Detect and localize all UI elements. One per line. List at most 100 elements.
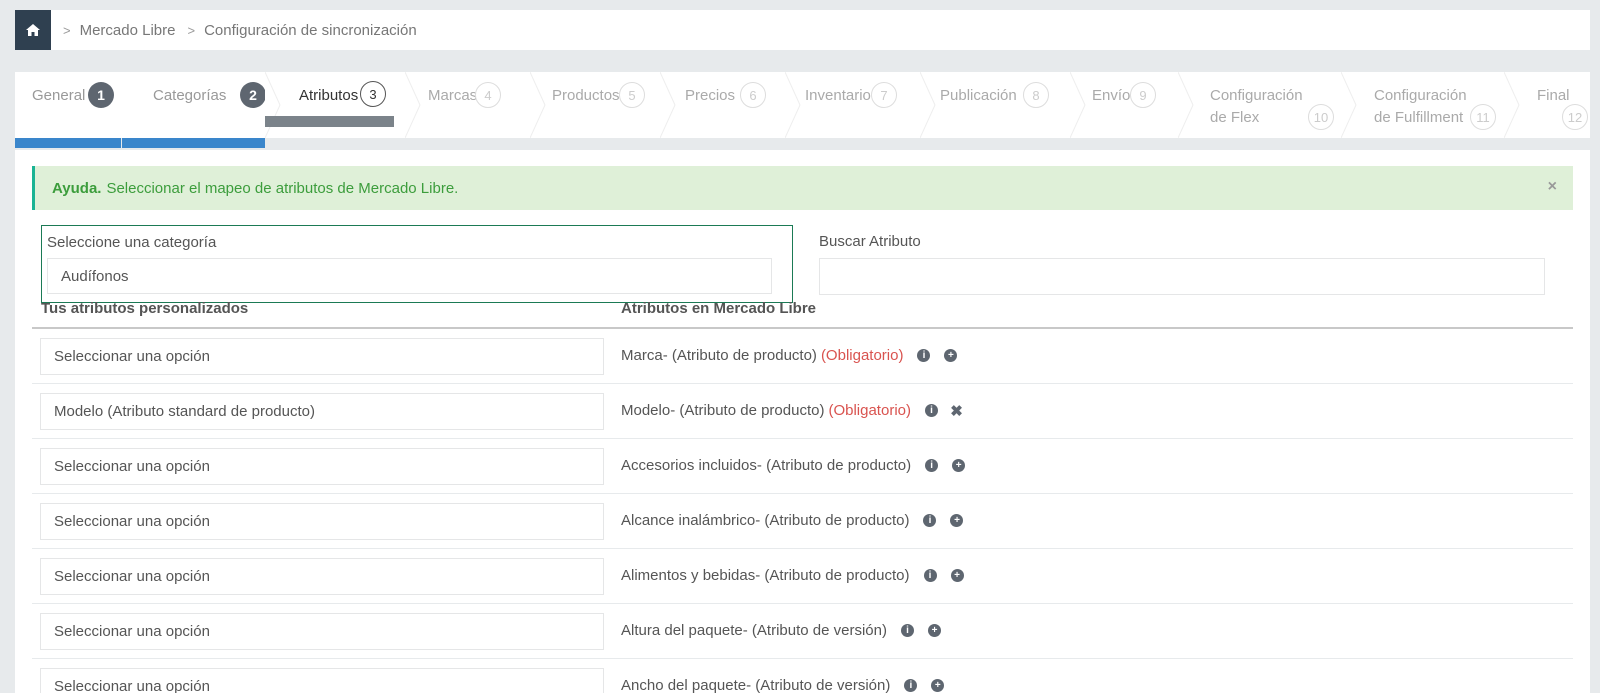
step-number: 10 — [1308, 104, 1334, 130]
custom-attribute-select[interactable]: Seleccionar una opción — [40, 338, 604, 375]
step-label: Configuración — [1210, 87, 1303, 104]
ml-attribute: Marca - (Atributo de producto) (Obligato… — [621, 347, 958, 364]
step-separator-icon — [1504, 72, 1520, 138]
wizard-progress-bar — [15, 138, 1590, 148]
wizard-steps: General 1 Categorías 2 Atributos 3 Marca… — [15, 72, 1590, 138]
custom-attribute-select[interactable]: Seleccionar una opción — [40, 613, 604, 650]
info-circle-icon[interactable]: i — [917, 349, 931, 362]
plus-circle-icon[interactable]: + — [944, 349, 958, 362]
alert-title: Ayuda. — [52, 179, 102, 197]
wizard-step-categorias[interactable]: Categorías 2 — [123, 72, 266, 138]
attribute-type: - (Atributo de producto) — [755, 567, 910, 584]
column-header-ml-attributes: Atributos en Mercado Libre — [621, 300, 817, 317]
plus-circle-icon[interactable]: + — [950, 569, 964, 582]
ml-attribute: Accesorios incluidos - (Atributo de prod… — [621, 457, 966, 474]
attribute-name: Alimentos y bebidas — [621, 567, 756, 584]
step-label: Precios — [685, 87, 736, 104]
step-separator-icon — [785, 72, 801, 138]
step-number: 2 — [240, 82, 266, 108]
step-number: 5 — [619, 82, 645, 108]
table-row: Seleccionar una opción Accesorios inclui… — [32, 439, 1573, 494]
info-circle-icon[interactable]: i — [904, 679, 918, 692]
custom-attribute-select[interactable]: Modelo (Atributo standard de producto) — [40, 393, 604, 430]
plus-circle-icon[interactable]: + — [952, 459, 966, 472]
info-circle-icon[interactable]: i — [923, 569, 937, 582]
ml-attribute: Altura del paquete - (Atributo de versió… — [621, 622, 941, 639]
table-row: Seleccionar una opción Ancho del paquete… — [32, 659, 1573, 693]
alert-text: Seleccionar el mapeo de atributos de Mer… — [106, 179, 459, 197]
plus-circle-icon[interactable]: + — [950, 514, 964, 527]
wizard-step-general[interactable]: General 1 — [15, 72, 123, 138]
progress-segment-general — [15, 138, 121, 148]
info-circle-icon[interactable]: i — [901, 624, 914, 637]
category-label: Seleccione una categoría — [47, 234, 217, 251]
table-row: Seleccionar una opción Altura del paquet… — [32, 604, 1573, 659]
ml-attribute: Ancho del paquete - (Atributo de versión… — [621, 677, 945, 693]
times-icon[interactable]: ✖ — [950, 403, 963, 420]
attribute-type: - (Atributo de producto) — [756, 457, 912, 474]
main-panel: Ayuda. Seleccionar el mapeo de atributos… — [15, 150, 1590, 693]
attribute-type: - (Atributo de versión) — [742, 622, 887, 639]
breadcrumb-current: Configuración de sincronización — [204, 21, 417, 39]
column-header-custom-attributes: Tus atributos personalizados — [41, 300, 249, 317]
custom-attribute-select[interactable]: Seleccionar una opción — [40, 503, 604, 540]
attribute-name: Altura del paquete — [621, 622, 743, 639]
category-field-group: Seleccione una categoría Audífonos — [41, 225, 793, 303]
ml-attribute: Alcance inalámbrico - (Atributo de produ… — [621, 512, 964, 529]
ml-attribute: Alimentos y bebidas - (Atributo de produ… — [621, 567, 964, 584]
help-alert: Ayuda. Seleccionar el mapeo de atributos… — [32, 166, 1573, 210]
ml-attribute: Modelo - (Atributo de producto) (Obligat… — [621, 402, 963, 420]
category-select[interactable]: Audífonos — [47, 258, 772, 294]
table-row: Modelo (Atributo standard de producto) M… — [32, 384, 1573, 439]
table-row: Seleccionar una opción Marca - (Atributo… — [32, 329, 1573, 384]
step-label: Atributos — [299, 87, 359, 104]
attribute-type: - (Atributo de producto) — [670, 402, 825, 419]
step-separator-icon — [530, 72, 546, 138]
chevron-right-icon: > — [63, 22, 71, 38]
required-badge: (Obligatorio) — [820, 347, 904, 364]
table-row: Seleccionar una opción Alimentos y bebid… — [32, 549, 1573, 604]
step-number: 6 — [740, 82, 766, 108]
step-label: Categorías — [153, 87, 227, 104]
table-row: Seleccionar una opción Alcance inalámbri… — [32, 494, 1573, 549]
custom-attribute-select[interactable]: Seleccionar una opción — [40, 448, 604, 485]
home-button[interactable] — [15, 10, 51, 50]
step-number: 3 — [360, 81, 386, 107]
plus-circle-icon[interactable]: + — [931, 679, 945, 692]
step-label: Productos — [552, 87, 620, 104]
chevron-right-icon: > — [187, 22, 196, 38]
custom-attribute-select[interactable]: Seleccionar una opción — [40, 558, 604, 595]
search-attribute-label: Buscar Atributo — [819, 233, 921, 250]
step-separator-icon — [1341, 72, 1357, 138]
step-number: 4 — [475, 82, 501, 108]
step-number: 12 — [1562, 104, 1588, 130]
active-step-indicator — [265, 116, 394, 127]
info-circle-icon[interactable]: i — [923, 514, 937, 527]
step-label: Final — [1537, 87, 1570, 104]
step-number: 9 — [1130, 82, 1156, 108]
step-label-line2: de Flex — [1210, 109, 1260, 126]
attribute-type: - (Atributo de versión) — [746, 677, 891, 693]
info-circle-icon[interactable]: i — [924, 404, 938, 417]
step-separator-icon — [265, 72, 281, 138]
attribute-type: - (Atributo de producto) — [755, 512, 910, 529]
info-circle-icon[interactable]: i — [925, 459, 939, 472]
breadcrumb: > Mercado Libre > Configuración de sincr… — [15, 10, 1590, 50]
custom-attribute-select[interactable]: Seleccionar una opción — [40, 668, 604, 693]
attribute-name: Alcance inalámbrico — [621, 512, 756, 529]
step-separator-icon — [405, 72, 421, 138]
step-label: General — [32, 87, 86, 104]
step-number: 1 — [88, 82, 114, 108]
attribute-name: Accesorios incluidos — [621, 457, 757, 474]
attribute-type: - (Atributo de producto) — [662, 347, 817, 364]
attribute-name: Marca — [621, 347, 663, 364]
step-separator-icon — [920, 72, 936, 138]
search-attribute-input[interactable] — [819, 258, 1545, 295]
attribute-name: Modelo — [621, 402, 671, 419]
step-separator-icon — [1178, 72, 1194, 138]
step-label: Configuración — [1374, 87, 1467, 104]
breadcrumb-mercado-libre[interactable]: Mercado Libre — [80, 22, 176, 39]
home-icon — [26, 24, 40, 36]
plus-circle-icon[interactable]: + — [928, 624, 941, 637]
close-icon[interactable]: × — [1548, 178, 1557, 196]
